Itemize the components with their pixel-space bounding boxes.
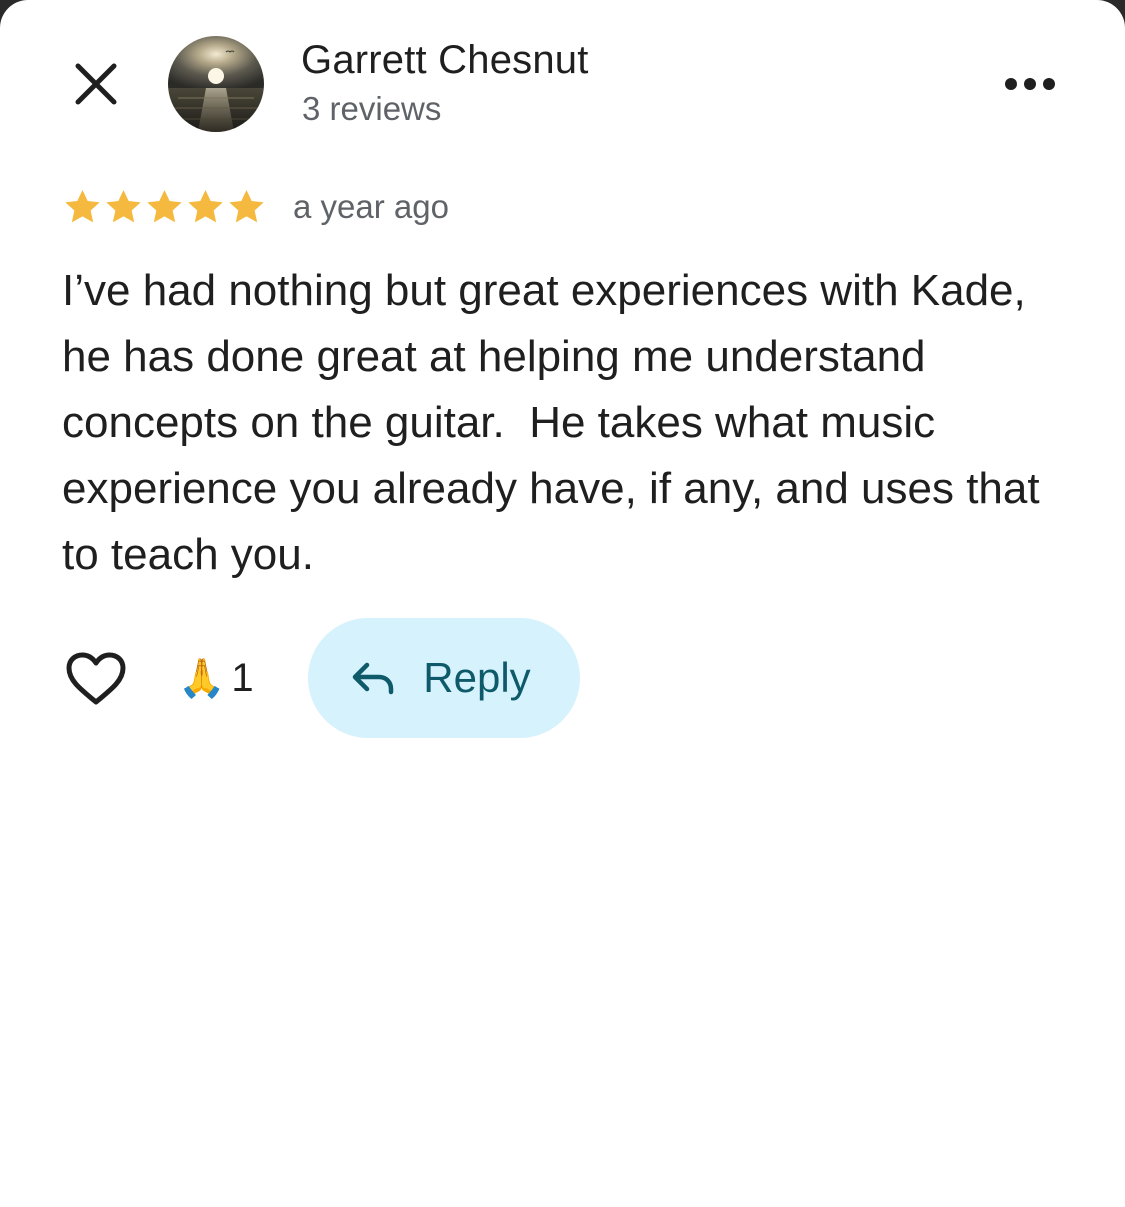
review-sheet: Garrett Chesnut 3 reviews a year ago I’v… <box>0 0 1125 1207</box>
star-icon <box>106 190 141 223</box>
more-horizontal-icon <box>1005 78 1055 90</box>
like-button[interactable] <box>60 646 132 712</box>
star-rating <box>62 187 267 227</box>
heart-outline-icon <box>66 652 126 705</box>
close-button[interactable] <box>66 54 126 114</box>
star-icon <box>188 190 223 223</box>
star-icon <box>147 190 182 223</box>
author-name[interactable]: Garrett Chesnut <box>301 38 589 83</box>
review-text: I’ve had nothing but great experiences w… <box>62 266 1052 579</box>
close-icon <box>75 63 117 105</box>
reply-label: Reply <box>423 654 531 701</box>
review-date: a year ago <box>293 188 449 225</box>
author-review-count[interactable]: 3 reviews <box>302 90 441 128</box>
reaction-thanks[interactable]: 🙏 1 <box>178 650 254 706</box>
rating-row: a year ago <box>62 186 449 228</box>
reply-arrow-icon <box>353 662 394 695</box>
folded-hands-icon: 🙏 <box>178 656 226 700</box>
more-options-button[interactable] <box>996 64 1064 104</box>
star-icon <box>229 190 264 223</box>
reply-button[interactable]: Reply <box>308 618 580 738</box>
star-icon <box>65 190 100 223</box>
avatar[interactable] <box>168 36 264 132</box>
reaction-count: 1 <box>231 655 254 700</box>
